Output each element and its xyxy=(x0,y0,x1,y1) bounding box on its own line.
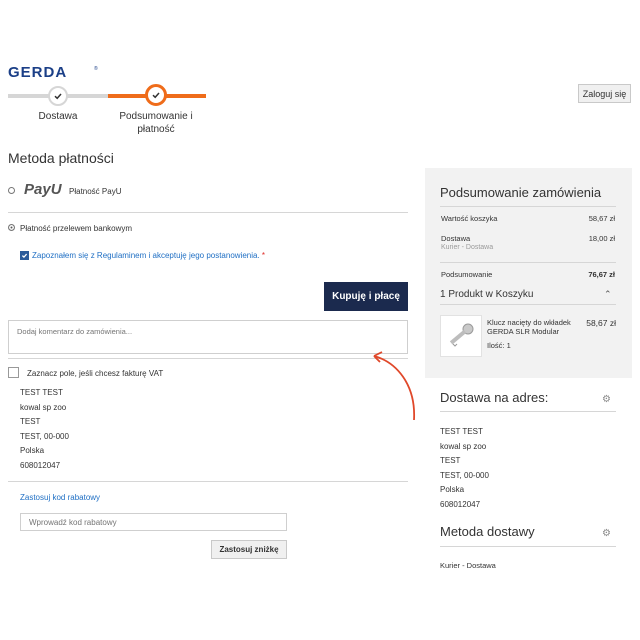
step-summary-label: Podsumowanie i płatność xyxy=(119,111,193,135)
product-qty: Ilość: 1 xyxy=(487,341,511,350)
step-summary-circle xyxy=(145,84,167,106)
divider xyxy=(440,304,616,305)
divider xyxy=(8,481,408,482)
payu-logo: PayU xyxy=(24,181,62,198)
vat-invoice-label[interactable]: Zaznacz pole, jeśli chcesz fakturę VAT xyxy=(27,369,163,378)
step-delivery-label[interactable]: Dostawa xyxy=(18,110,98,123)
cart-value: 58,67 zł xyxy=(588,214,615,223)
divider xyxy=(8,358,408,359)
divider xyxy=(8,212,408,213)
vat-invoice-checkbox[interactable] xyxy=(8,367,19,378)
payu-label[interactable]: Płatność PayU xyxy=(69,187,121,196)
divider xyxy=(440,206,616,207)
terms-link[interactable]: Zapoznałem się z Regulaminem i akceptuję… xyxy=(32,251,260,260)
product-image[interactable] xyxy=(440,315,482,357)
discount-code-link[interactable]: Zastosuj kod rabatowy xyxy=(20,493,100,502)
address-name: TEST TEST xyxy=(440,427,483,436)
address-country: Polska xyxy=(440,485,465,494)
address-street: TEST xyxy=(20,417,41,426)
gerda-logo[interactable]: GERDA ® xyxy=(8,64,100,80)
address-city: TEST, 00-000 xyxy=(440,470,489,480)
key-icon xyxy=(449,323,474,347)
payu-radio[interactable] xyxy=(8,187,15,194)
check-icon xyxy=(21,253,28,259)
address-company: kowal sp zoo xyxy=(20,402,67,412)
address-city: TEST, 00-000 xyxy=(20,431,69,441)
discount-code-input[interactable] xyxy=(20,513,287,531)
login-button[interactable]: Zaloguj się xyxy=(578,84,631,103)
bank-transfer-radio[interactable] xyxy=(8,224,15,231)
order-summary-title: Podsumowanie zamówienia xyxy=(440,185,602,200)
gear-icon[interactable]: ⚙ xyxy=(602,528,611,539)
delivery-address-title: Dostawa na adres: xyxy=(440,390,549,405)
total-value: 76,67 zł xyxy=(588,270,615,279)
shipping-value: 18,00 zł xyxy=(588,234,615,243)
step-delivery-circle[interactable] xyxy=(48,86,68,106)
shipping-method-sub: Kurier - Dostawa xyxy=(441,244,494,251)
gear-icon[interactable]: ⚙ xyxy=(602,394,611,405)
divider xyxy=(440,411,616,412)
cart-items-toggle[interactable]: 1 Produkt w Koszyku xyxy=(440,289,533,300)
delivery-address: TEST TEST kowal sp zoo TEST TEST, 00-000… xyxy=(440,425,489,512)
chevron-up-icon[interactable]: ⌃ xyxy=(604,289,612,300)
delivery-method-title: Metoda dostawy xyxy=(440,524,535,539)
check-icon xyxy=(54,93,62,100)
product-price: 58,67 zł xyxy=(586,318,616,328)
divider xyxy=(440,546,616,547)
order-comment-input[interactable] xyxy=(8,320,408,354)
terms-checkbox[interactable] xyxy=(20,251,29,260)
address-country: Polska xyxy=(20,446,45,455)
delivery-method-value: Kurier - Dostawa xyxy=(440,561,496,570)
check-icon xyxy=(152,92,160,99)
apply-discount-button[interactable]: Zastosuj zniżkę xyxy=(211,540,287,559)
billing-address: TEST TEST kowal sp zoo TEST TEST, 00-000… xyxy=(20,386,69,473)
address-phone[interactable]: 608012047 xyxy=(20,459,69,474)
required-mark: * xyxy=(261,251,266,260)
buy-and-pay-button[interactable]: Kupuję i płacę xyxy=(324,282,408,311)
payment-method-title: Metoda płatności xyxy=(8,150,114,166)
address-name: TEST TEST xyxy=(20,388,63,397)
terms-text: Zapoznałem się z Regulaminem i akceptuję… xyxy=(32,251,265,260)
address-street: TEST xyxy=(440,456,461,465)
address-company: kowal sp zoo xyxy=(440,441,487,451)
svg-text:GERDA: GERDA xyxy=(8,64,67,80)
product-name[interactable]: Klucz nacięty do wkładek GERDA SLR Modul… xyxy=(487,318,577,336)
address-phone[interactable]: 608012047 xyxy=(440,498,489,513)
bank-transfer-label[interactable]: Płatność przelewem bankowym xyxy=(20,224,132,233)
svg-text:®: ® xyxy=(94,65,98,72)
divider xyxy=(440,262,616,263)
arrow-annotation-icon xyxy=(373,351,415,421)
